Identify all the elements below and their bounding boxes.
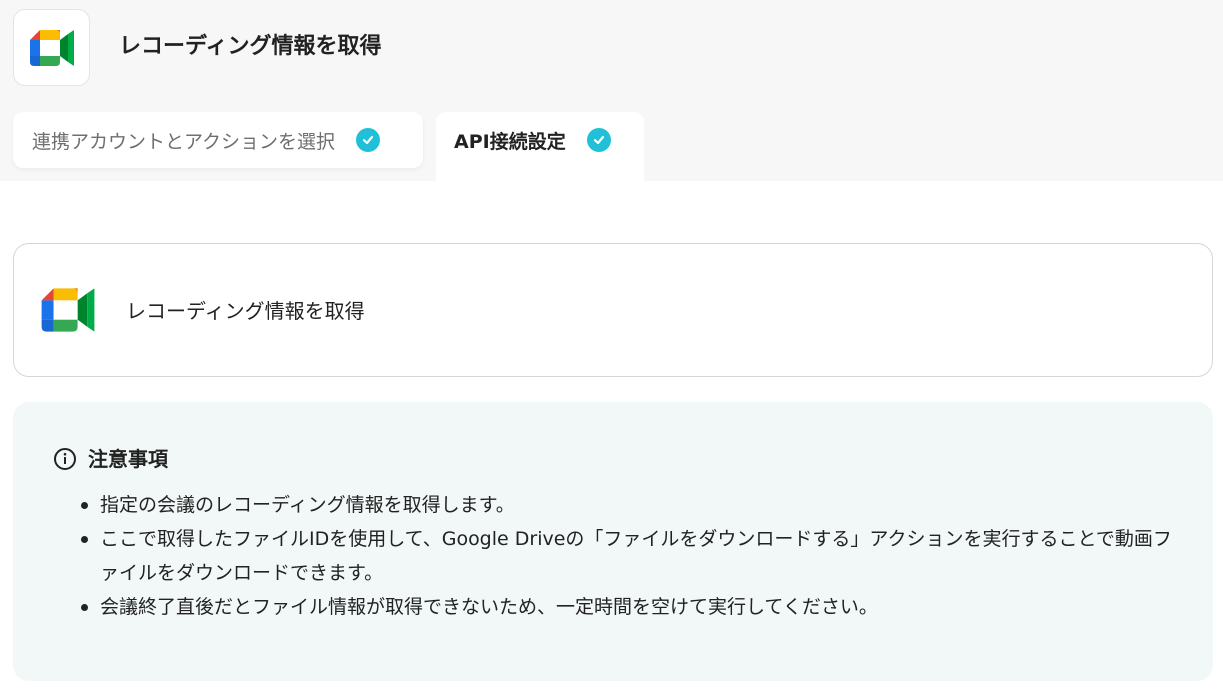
tab-label: API接続設定 (454, 130, 566, 153)
notice-item: ここで取得したファイルIDを使用して、Google Driveの「ファイルをダウ… (79, 522, 1179, 590)
notice-box: 注意事項 指定の会議のレコーディング情報を取得します。 ここで取得したファイルI… (13, 402, 1213, 681)
notice-list: 指定の会議のレコーディング情報を取得します。 ここで取得したファイルIDを使用し… (79, 488, 1179, 624)
app-icon-container (13, 9, 90, 86)
notice-item: 指定の会議のレコーディング情報を取得します。 (79, 488, 1179, 522)
check-icon (586, 128, 611, 152)
info-icon (54, 448, 76, 470)
notice-item: 会議終了直後だとファイル情報が取得できないため、一定時間を空けて実行してください… (79, 590, 1179, 624)
google-meet-icon (41, 288, 95, 332)
google-meet-icon (29, 29, 74, 66)
notice-title: 注意事項 (88, 447, 168, 471)
action-label: レコーディング情報を取得 (126, 299, 365, 323)
page-title: レコーディング情報を取得 (119, 34, 382, 59)
tab-account-and-action[interactable]: 連携アカウントとアクションを選択 (13, 112, 423, 168)
tab-label: 連携アカウントとアクションを選択 (32, 130, 336, 153)
tab-api-settings[interactable]: API接続設定 (436, 112, 644, 181)
app-icon-container (39, 286, 97, 338)
action-card: レコーディング情報を取得 (13, 243, 1213, 377)
notice-header: 注意事項 (53, 445, 168, 473)
check-icon (356, 128, 381, 152)
